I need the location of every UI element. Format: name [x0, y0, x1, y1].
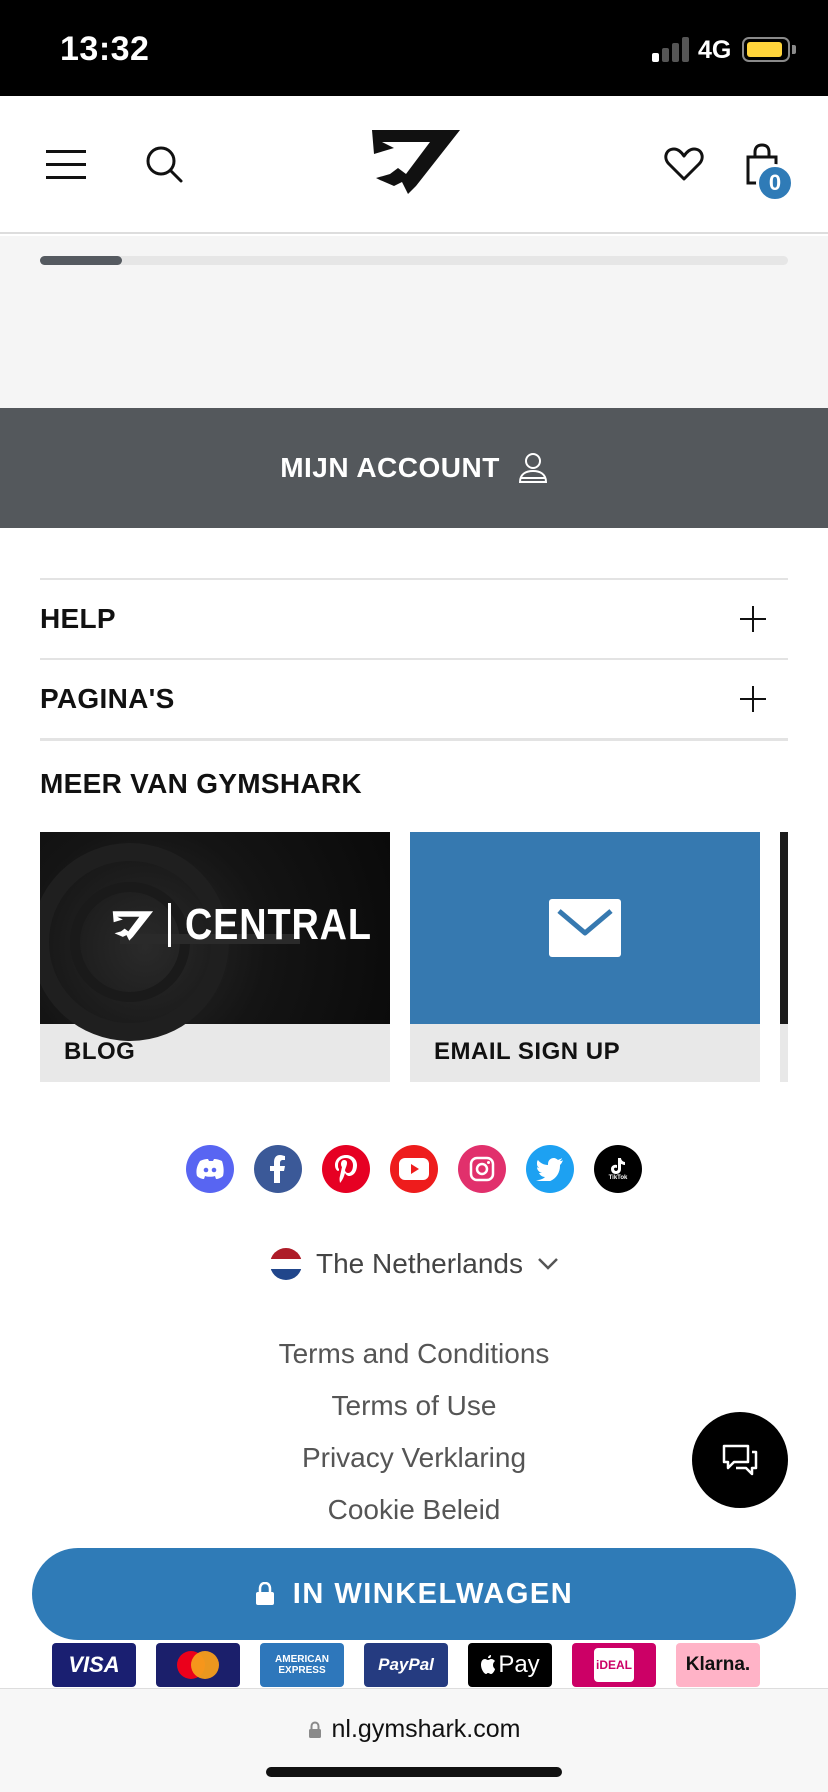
- blog-card-image: CENTRAL: [40, 832, 390, 1041]
- instagram-icon[interactable]: [458, 1145, 506, 1193]
- country-name: The Netherlands: [316, 1248, 524, 1279]
- tiktok-label: TikTok: [608, 1174, 628, 1181]
- terms-of-use-link[interactable]: Terms of Use: [0, 1380, 828, 1432]
- my-account-label: MIJN ACCOUNT: [280, 452, 500, 483]
- accordion-pages[interactable]: PAGINA'S: [40, 658, 788, 738]
- signal-icon: [652, 36, 692, 62]
- carousel-progress[interactable]: [40, 256, 788, 265]
- chevron-down-icon: [538, 1258, 558, 1270]
- add-to-cart-label: IN WINKELWAGEN: [292, 1577, 574, 1610]
- netherlands-flag-icon: [270, 1248, 302, 1280]
- blog-card[interactable]: CENTRAL BLOG: [40, 832, 390, 1082]
- central-logo: CENTRAL: [110, 900, 390, 950]
- country-selector[interactable]: The Netherlands: [270, 1248, 559, 1280]
- add-to-cart-button[interactable]: IN WINKELWAGEN: [32, 1548, 796, 1640]
- my-account-button[interactable]: MIJN ACCOUNT: [0, 408, 828, 528]
- discord-icon[interactable]: [186, 1145, 234, 1193]
- twitter-icon[interactable]: [526, 1145, 574, 1193]
- chat-button[interactable]: [692, 1412, 788, 1508]
- lock-icon: [255, 1582, 274, 1605]
- gymshark-logo[interactable]: [366, 124, 462, 196]
- email-signup-card[interactable]: EMAIL SIGN UP: [410, 832, 760, 1082]
- klarna-icon: Klarna.: [676, 1643, 760, 1687]
- carousel-area: [0, 236, 828, 408]
- visa-icon: VISA: [52, 1643, 136, 1687]
- envelope-icon: [549, 899, 621, 957]
- accordion-help[interactable]: HELP: [40, 578, 788, 658]
- plus-icon: [740, 606, 766, 632]
- mastercard-icon: [156, 1643, 240, 1687]
- central-text: CENTRAL: [185, 900, 372, 949]
- facebook-icon[interactable]: [254, 1145, 302, 1193]
- battery-icon: [742, 37, 790, 62]
- email-card-label: EMAIL SIGN UP: [434, 1038, 621, 1065]
- accordion-help-label: HELP: [40, 603, 116, 634]
- status-time: 13:32: [60, 30, 150, 68]
- paypal-icon: PayPal: [364, 1643, 448, 1687]
- plus-icon: [740, 686, 766, 712]
- social-links: TikTok: [186, 1145, 642, 1193]
- menu-button[interactable]: [44, 146, 88, 182]
- ideal-icon: iDEAL: [572, 1643, 656, 1687]
- apple-pay-icon: Pay: [468, 1643, 552, 1687]
- youtube-icon[interactable]: [390, 1145, 438, 1193]
- cart-count-badge: 0: [756, 164, 794, 202]
- carousel-progress-fill: [40, 256, 123, 265]
- card-peek[interactable]: [780, 832, 788, 1082]
- terms-conditions-link[interactable]: Terms and Conditions: [0, 1328, 828, 1380]
- home-indicator[interactable]: [266, 1767, 562, 1777]
- pinterest-icon[interactable]: [322, 1145, 370, 1193]
- email-card-image: [410, 832, 760, 1024]
- tiktok-icon[interactable]: TikTok: [594, 1145, 642, 1193]
- browser-bar: nl.gymshark.com: [0, 1688, 828, 1792]
- search-icon: [146, 146, 183, 183]
- blog-card-label: BLOG: [64, 1038, 136, 1065]
- status-bar: 13:32 4G: [0, 0, 828, 96]
- hamburger-icon: [46, 150, 86, 179]
- site-header: 0: [0, 96, 828, 234]
- heart-icon: [664, 147, 704, 181]
- gymshark-logo-small: [112, 911, 154, 941]
- payment-methods: VISA AMERICAN EXPRESS PayPal Pay iDEAL K…: [52, 1643, 760, 1687]
- amex-icon: AMERICAN EXPRESS: [260, 1643, 344, 1687]
- more-section-title: MEER VAN GYMSHARK: [40, 768, 362, 799]
- lock-icon: [308, 1720, 321, 1738]
- wishlist-button[interactable]: [660, 140, 708, 188]
- divider: [40, 738, 788, 741]
- search-button[interactable]: [140, 140, 188, 188]
- user-icon: [518, 453, 547, 483]
- network-type: 4G: [698, 36, 732, 64]
- chat-icon: [722, 1444, 758, 1476]
- accordion-pages-label: PAGINA'S: [40, 683, 175, 714]
- url-text: nl.gymshark.com: [331, 1715, 521, 1743]
- url-bar[interactable]: nl.gymshark.com: [0, 1715, 828, 1744]
